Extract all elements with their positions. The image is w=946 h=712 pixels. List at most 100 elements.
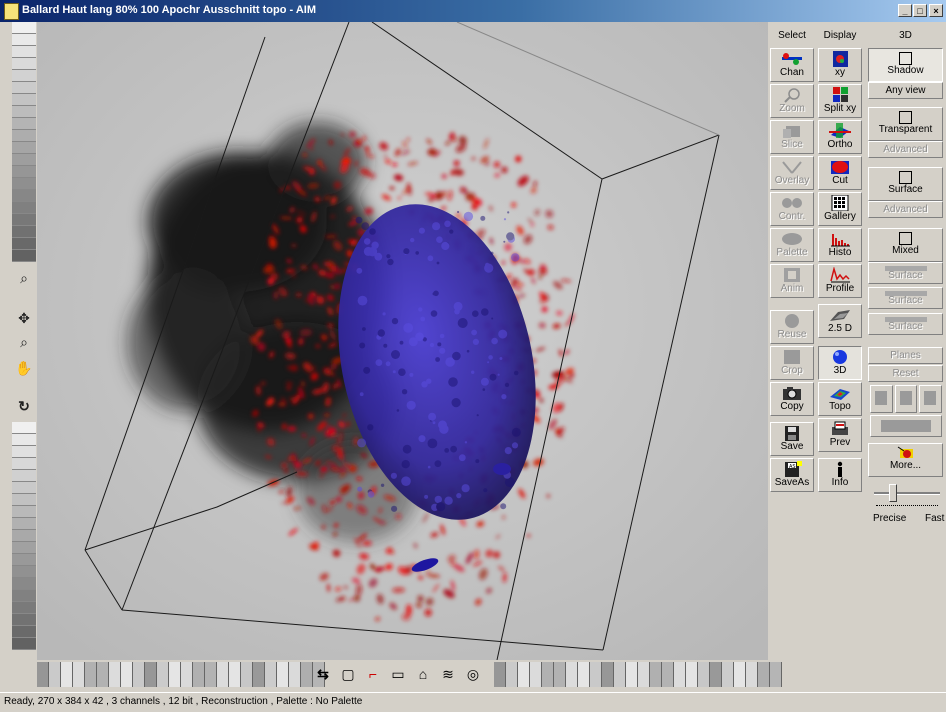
display-gallery-button[interactable]: Gallery — [818, 192, 862, 226]
lut-cell — [109, 662, 121, 687]
select-anim-button[interactable]: Anim — [770, 264, 814, 298]
lut-cell — [12, 118, 36, 130]
nucleus-texture — [444, 496, 453, 505]
rotate-horizontal-icon[interactable]: ⇆ — [312, 663, 334, 685]
nucleus-texture — [390, 472, 397, 479]
select-palette-button[interactable]: Palette — [770, 228, 814, 262]
select-tool-label: Slice — [781, 139, 803, 150]
camera-icon — [783, 387, 801, 400]
precision-slider[interactable] — [872, 483, 942, 511]
mixed-surface-button-2[interactable]: Surface — [868, 287, 943, 309]
hand-pan-icon[interactable]: ✋ — [12, 358, 36, 378]
nucleus-texture — [418, 307, 423, 312]
nucleus-texture — [357, 486, 363, 492]
box-frame-icon[interactable]: ▢ — [337, 663, 359, 685]
display-topo-button[interactable]: Topo — [818, 382, 862, 416]
noise-filter-icon[interactable]: ≋ — [437, 663, 459, 685]
select-crop-button[interactable]: Crop — [770, 346, 814, 380]
nucleus-texture — [363, 366, 371, 374]
select-save-button[interactable]: Save — [770, 422, 814, 456]
view-right-button[interactable] — [919, 385, 943, 413]
nucleus-texture — [454, 308, 460, 315]
shadow-button[interactable]: Shadow — [868, 48, 943, 82]
nucleus-texture — [480, 215, 486, 221]
lut-cell — [12, 542, 36, 554]
minimize-button[interactable]: _ — [898, 4, 912, 17]
home-icon[interactable]: ⌂ — [412, 663, 434, 685]
select-copy-button[interactable]: Copy — [770, 382, 814, 416]
nucleus-texture — [403, 323, 414, 333]
target-icon[interactable]: ◎ — [462, 663, 484, 685]
mixed-surface-button-3[interactable]: Surface — [868, 313, 943, 335]
select-zoom-button[interactable]: Zoom — [770, 84, 814, 118]
display-split-xy-button[interactable]: Split xy — [818, 84, 862, 118]
mixed-surface-button-1[interactable]: Surface — [868, 262, 943, 284]
lut-cell — [121, 662, 133, 687]
display-profile-button[interactable]: Profile — [818, 264, 862, 298]
nucleus-texture — [466, 349, 470, 353]
view-left-button[interactable] — [870, 385, 893, 413]
display-histo-button[interactable]: Histo — [818, 228, 862, 262]
bottom-left-lut-strip — [37, 662, 325, 687]
reset-button[interactable]: Reset — [868, 365, 943, 382]
lut-cell — [12, 446, 36, 458]
advanced-surface-button[interactable]: Advanced — [868, 201, 943, 218]
magnifier-icon[interactable]: ⌕ — [12, 268, 36, 288]
display-3d-button[interactable]: 3D — [818, 346, 862, 380]
lut-cell — [289, 662, 301, 687]
select-contr-button[interactable]: Contr. — [770, 192, 814, 226]
maximize-button[interactable]: □ — [913, 4, 927, 17]
nucleus-texture — [359, 392, 364, 397]
select-slice-button[interactable]: Slice — [770, 120, 814, 154]
select-overlay-button[interactable]: Overlay — [770, 156, 814, 190]
mixed-button[interactable]: Mixed — [868, 228, 943, 262]
planes-button[interactable]: Planes — [868, 347, 943, 364]
transparent-button[interactable]: Transparent — [868, 107, 943, 141]
advanced-transparent-button[interactable]: Advanced — [868, 141, 943, 158]
lut-cell — [638, 662, 650, 687]
nucleus-texture — [513, 370, 519, 376]
display-tool-label: Topo — [829, 401, 851, 412]
display-xy-button[interactable]: xy — [818, 48, 862, 82]
lut-cell — [518, 662, 530, 687]
nucleus-texture — [382, 312, 386, 316]
surface-button[interactable]: Surface — [868, 167, 943, 201]
display-ortho-button[interactable]: Ortho — [818, 120, 862, 154]
lut-cell — [12, 602, 36, 614]
lut-cell — [12, 166, 36, 178]
gallery-icon — [831, 195, 849, 211]
nucleus-texture — [401, 389, 408, 395]
app-icon[interactable] — [4, 3, 19, 20]
move-crosshair-icon[interactable]: ✥ — [12, 308, 36, 328]
lut-cell — [554, 662, 566, 687]
zoom-tool-icon[interactable]: ⌕ — [12, 332, 36, 352]
color-swatch-button[interactable] — [870, 415, 942, 437]
nucleus-texture — [403, 248, 410, 255]
display-2-5-d-button[interactable]: 2.5 D — [818, 304, 862, 338]
display-info-button[interactable]: Info — [818, 458, 862, 492]
slider-thumb[interactable] — [888, 484, 897, 502]
image-viewport[interactable] — [37, 22, 768, 660]
display-cut-button[interactable]: Cut — [818, 156, 862, 190]
three-d-column-header: 3D — [899, 30, 912, 41]
nucleus-texture — [418, 435, 426, 443]
more-button[interactable]: More... — [868, 443, 943, 477]
select-saveas-button[interactable]: AS SaveAs — [770, 458, 814, 492]
rotate-icon[interactable]: ↻ — [12, 396, 36, 416]
select-chan-button[interactable]: Chan — [770, 48, 814, 82]
status-text: Ready, 270 x 384 x 42 , 3 channels , 12 … — [4, 696, 363, 707]
any-view-button[interactable]: Any view — [868, 82, 943, 99]
display-prev-button[interactable]: Prev — [818, 418, 862, 452]
nucleus-texture — [490, 251, 494, 255]
select-reuse-button[interactable]: Reuse — [770, 310, 814, 344]
view-center-button[interactable] — [894, 385, 918, 413]
crop-icon — [784, 350, 800, 364]
nucleus-texture — [482, 388, 486, 391]
select-tool-label: Chan — [780, 67, 804, 78]
close-button[interactable]: × — [929, 4, 943, 17]
surface-label: Surface — [888, 184, 923, 195]
profile-icon — [830, 267, 850, 283]
scale-bar-icon[interactable]: ▭ — [387, 663, 409, 685]
axis-icon[interactable]: ⌐ — [362, 663, 384, 685]
nucleus-texture — [449, 229, 454, 234]
